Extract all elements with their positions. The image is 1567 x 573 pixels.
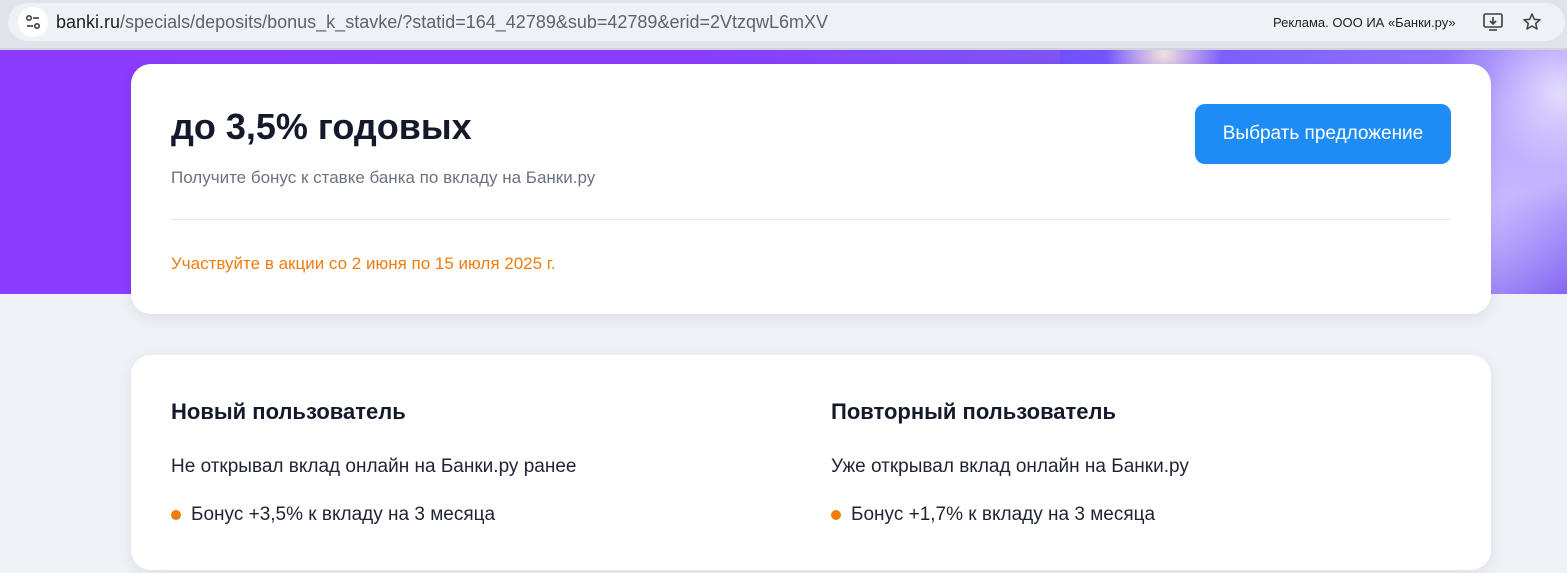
site-info-icon[interactable] — [18, 7, 48, 37]
url-path: /specials/deposits/bonus_k_stavke/?stati… — [120, 12, 829, 32]
new-user-bonus-text: Бонус +3,5% к вкладу на 3 месяца — [191, 504, 496, 525]
address-bar[interactable]: banki.ru/specials/deposits/bonus_k_stavk… — [8, 3, 1565, 41]
new-user-description: Не открывал вклад онлайн на Банки.ру ран… — [171, 456, 577, 477]
offer-card: до 3,5% годовых Получите бонус к ставке … — [131, 64, 1491, 314]
page-title: до 3,5% годовых — [171, 106, 472, 147]
returning-user-column: Повторный пользователь Уже открывал вкла… — [831, 399, 1451, 526]
browser-toolbar: banki.ru/specials/deposits/bonus_k_stavk… — [0, 0, 1567, 48]
bookmark-star-icon[interactable] — [1520, 10, 1544, 34]
new-user-bonus: Бонус +3,5% к вкладу на 3 месяца — [171, 504, 791, 526]
promo-period-text: Участвуйте в акции со 2 июня по 15 июля … — [171, 254, 556, 273]
returning-user-bonus: Бонус +1,7% к вкладу на 3 месяца — [831, 504, 1451, 526]
install-app-icon[interactable] — [1481, 10, 1505, 34]
returning-user-description: Уже открывал вклад онлайн на Банки.ру — [831, 456, 1189, 477]
choose-offer-button[interactable]: Выбрать предложение — [1195, 104, 1451, 164]
returning-user-bonus-text: Бонус +1,7% к вкладу на 3 месяца — [851, 504, 1156, 525]
url-text[interactable]: banki.ru/specials/deposits/bonus_k_stavk… — [56, 12, 828, 33]
bullet-dot-icon — [831, 510, 841, 520]
new-user-title: Новый пользователь — [171, 399, 406, 424]
bullet-dot-icon — [171, 510, 181, 520]
ad-label[interactable]: Реклама. ООО ИА «Банки.ру» — [1273, 15, 1456, 30]
offer-subtitle: Получите бонус к ставке банка по вкладу … — [171, 168, 596, 187]
user-types-card: Новый пользователь Не открывал вклад онл… — [131, 355, 1491, 570]
returning-user-title: Повторный пользователь — [831, 399, 1117, 424]
new-user-column: Новый пользователь Не открывал вклад онл… — [171, 399, 791, 526]
card-divider — [171, 219, 1451, 220]
url-host: banki.ru — [56, 12, 121, 32]
